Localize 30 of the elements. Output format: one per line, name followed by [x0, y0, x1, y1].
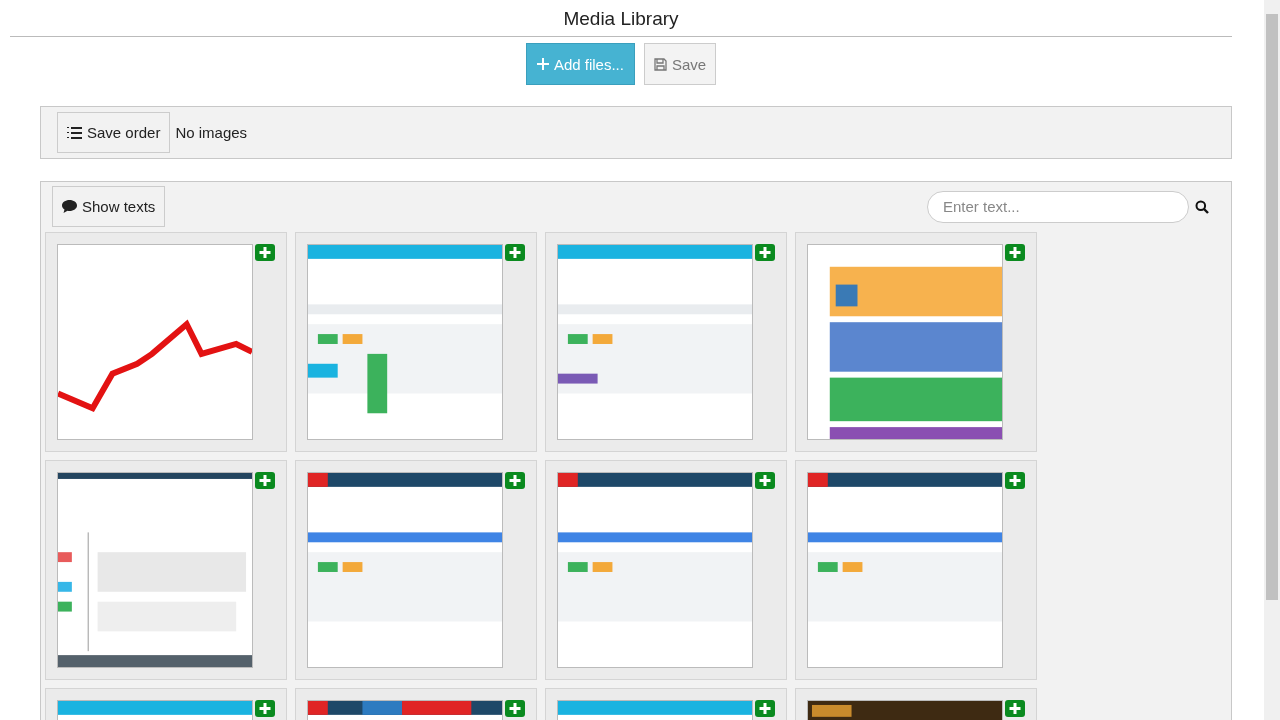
- add-icon[interactable]: [1005, 700, 1025, 717]
- speech-bubble-icon: [62, 200, 77, 213]
- add-icon[interactable]: [755, 244, 775, 261]
- add-icon[interactable]: [1005, 244, 1025, 261]
- add-icon[interactable]: [505, 700, 525, 717]
- plus-icon: [536, 58, 549, 70]
- ordered-list-icon: [67, 125, 82, 140]
- media-tile[interactable]: [45, 460, 287, 680]
- add-icon[interactable]: [255, 700, 275, 717]
- add-icon[interactable]: [255, 472, 275, 489]
- save-order-button[interactable]: Save order: [57, 112, 171, 153]
- media-tile[interactable]: [545, 460, 787, 680]
- page-title: Media Library: [10, 0, 1232, 37]
- media-tile[interactable]: [295, 460, 537, 680]
- add-icon[interactable]: [755, 472, 775, 489]
- show-texts-button[interactable]: Show texts: [52, 186, 166, 227]
- media-tile[interactable]: [45, 232, 287, 452]
- media-tile[interactable]: [795, 232, 1037, 452]
- status-text: No images: [175, 124, 248, 141]
- search-field[interactable]: Enter text...: [927, 190, 1189, 223]
- add-icon[interactable]: [505, 472, 525, 489]
- media-tile[interactable]: [295, 232, 537, 452]
- add-icon[interactable]: [1005, 472, 1025, 489]
- add-icon[interactable]: [505, 244, 525, 261]
- add-icon[interactable]: [255, 244, 275, 261]
- search-icon[interactable]: [1195, 199, 1209, 214]
- add-icon[interactable]: [755, 700, 775, 717]
- media-tile[interactable]: [795, 460, 1037, 680]
- media-tile[interactable]: [545, 232, 787, 452]
- scrollbar-thumb[interactable]: [1266, 14, 1278, 600]
